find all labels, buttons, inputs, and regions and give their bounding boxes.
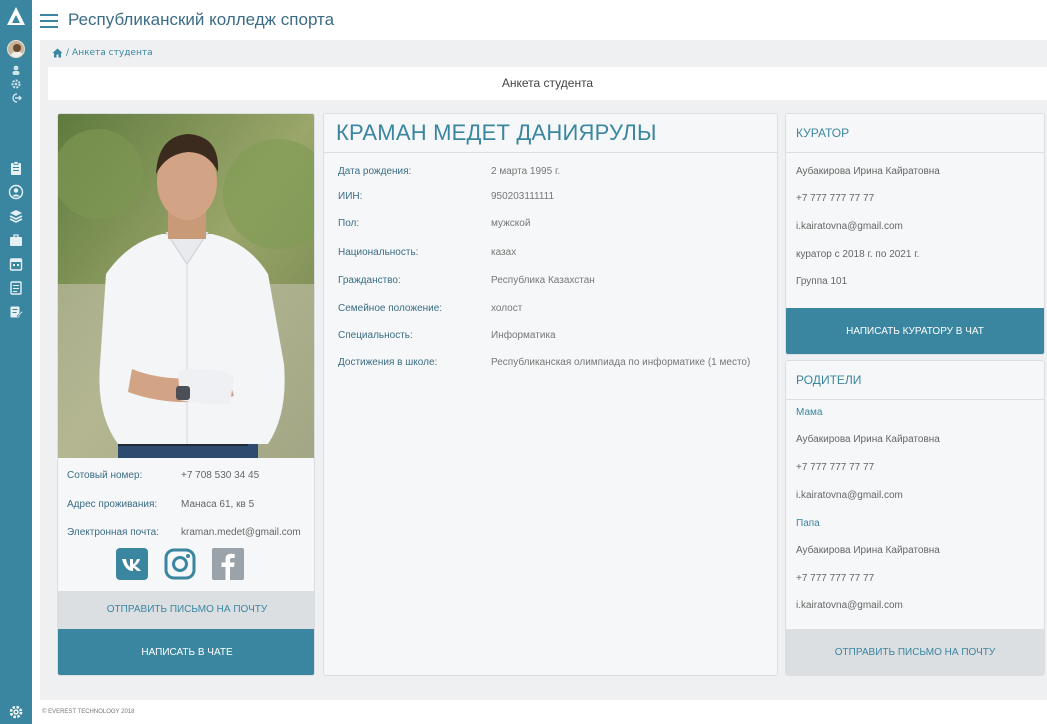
profile-mini-icon[interactable] xyxy=(10,64,22,76)
gear-icon[interactable] xyxy=(8,704,24,720)
mother-email[interactable]: i.kairatovna@gmail.com xyxy=(796,490,903,501)
student-name: КРАМАН МЕДЕТ ДАНИЯРУЛЫ xyxy=(336,120,657,145)
info-row-marital-status: Семейное положение: холост xyxy=(338,303,522,314)
student-profile-card: Сотовый номер: +7 708 530 34 45 Адрес пр… xyxy=(57,113,315,676)
breadcrumb-separator: / xyxy=(66,48,70,58)
chat-button[interactable]: НАПИСАТЬ В ЧАТЕ xyxy=(58,629,314,675)
calendar-icon[interactable] xyxy=(8,256,24,272)
left-sidebar xyxy=(0,0,32,724)
edit-document-icon[interactable] xyxy=(8,304,24,320)
contact-phone: Сотовый номер: +7 708 530 34 45 xyxy=(67,470,259,481)
parents-card: РОДИТЕЛИ Мама Аубакирова Ирина Кайратовн… xyxy=(785,360,1045,676)
logout-mini-icon[interactable] xyxy=(10,92,22,104)
info-value: холост xyxy=(491,303,523,314)
info-label: Семейное положение: xyxy=(338,303,443,314)
info-row-citizenship: Гражданство: Республика Казахстан xyxy=(338,275,595,286)
curator-group: Группа 101 xyxy=(796,276,848,287)
curator-title: КУРАТОР xyxy=(796,126,850,140)
father-role: Папа xyxy=(796,518,820,529)
mother-phone[interactable]: +7 777 777 77 77 xyxy=(796,462,874,473)
info-value: мужской xyxy=(491,218,531,229)
divider xyxy=(786,399,1044,400)
curator-name: Аубакирова Ирина Кайратовна xyxy=(796,166,940,177)
contact-email-value[interactable]: kraman.medet@gmail.com xyxy=(181,527,301,538)
social-links xyxy=(116,548,244,580)
father-name: Аубакирова Ирина Кайратовна xyxy=(796,545,940,556)
books-icon[interactable] xyxy=(8,208,24,224)
info-row-achievements: Достижения в школе: Республиканская олимп… xyxy=(338,357,750,368)
contact-phone-label: Сотовый номер: xyxy=(67,470,143,481)
contact-email-label: Электронная почта: xyxy=(67,527,160,538)
parents-title: РОДИТЕЛИ xyxy=(796,373,862,387)
divider xyxy=(324,152,777,153)
home-icon[interactable] xyxy=(52,48,63,58)
info-label: Пол: xyxy=(338,218,360,229)
info-label: ИИН: xyxy=(338,191,363,202)
info-value: 950203111111 xyxy=(491,191,555,202)
student-info-card: КРАМАН МЕДЕТ ДАНИЯРУЛЫ Дата рождения: 2 м… xyxy=(323,113,778,676)
facebook-icon[interactable] xyxy=(212,548,244,580)
footer: © EVEREST TECHNOLOGY 2018 xyxy=(32,700,1047,724)
send-email-parents-button[interactable]: ОТПРАВИТЬ ПИСЬМО НА ПОЧТУ xyxy=(786,629,1044,675)
app-logo-icon[interactable] xyxy=(6,6,26,26)
info-label: Достижения в школе: xyxy=(338,357,438,368)
chat-curator-button[interactable]: НАПИСАТЬ КУРАТОРУ В ЧАТ xyxy=(786,308,1044,354)
contact-address: Адрес проживания: Манаса 61, кв 5 xyxy=(67,499,254,510)
info-row-gender: Пол: мужской xyxy=(338,218,530,229)
instagram-icon[interactable] xyxy=(164,548,196,580)
curator-period: куратор с 2018 г. по 2021 г. xyxy=(796,249,920,260)
info-value: 2 марта 1995 г. xyxy=(491,166,561,177)
document-list-icon[interactable] xyxy=(8,280,24,296)
divider xyxy=(786,152,1044,153)
info-label: Национальность: xyxy=(338,247,419,258)
user-circle-icon[interactable] xyxy=(8,184,24,200)
info-row-specialty: Специальность: Информатика xyxy=(338,330,556,341)
contact-email: Электронная почта: kraman.medet@gmail.co… xyxy=(67,527,301,538)
app-root: Республиканский колледж спорта / Анкета … xyxy=(0,0,1047,724)
menu-toggle-button[interactable] xyxy=(40,14,58,28)
mother-name: Аубакирова Ирина Кайратовна xyxy=(796,434,940,445)
info-label: Специальность: xyxy=(338,330,413,341)
info-label: Гражданство: xyxy=(338,275,401,286)
send-email-button[interactable]: ОТПРАВИТЬ ПИСЬМО НА ПОЧТУ xyxy=(58,591,314,629)
father-phone[interactable]: +7 777 777 77 77 xyxy=(796,573,874,584)
clipboard-icon[interactable] xyxy=(8,160,24,176)
vk-icon[interactable] xyxy=(116,548,148,580)
breadcrumb: / Анкета студента xyxy=(52,48,153,58)
curator-card: КУРАТОР Аубакирова Ирина Кайратовна +7 7… xyxy=(785,113,1045,355)
contact-address-value: Манаса 61, кв 5 xyxy=(181,499,255,510)
curator-phone[interactable]: +7 777 777 77 77 xyxy=(796,193,874,204)
page-heading: Анкета студента xyxy=(48,67,1047,100)
top-header: Республиканский колледж спорта xyxy=(32,0,1047,40)
mother-role: Мама xyxy=(796,407,823,418)
app-title: Республиканский колледж спорта xyxy=(68,10,335,29)
breadcrumb-current: Анкета студента xyxy=(72,48,153,58)
info-row-nationality: Национальность: казах xyxy=(338,247,516,258)
father-email[interactable]: i.kairatovna@gmail.com xyxy=(796,600,903,611)
curator-email[interactable]: i.kairatovna@gmail.com xyxy=(796,221,903,232)
info-value: Республика Казахстан xyxy=(491,275,595,286)
student-photo xyxy=(58,114,314,458)
info-row-iin: ИИН: 950203111111 xyxy=(338,191,554,202)
settings-mini-icon[interactable] xyxy=(10,78,22,90)
info-value: Информатика xyxy=(491,330,556,341)
contact-address-label: Адрес проживания: xyxy=(67,499,158,510)
info-value: казах xyxy=(491,247,517,258)
user-avatar[interactable] xyxy=(7,40,25,58)
briefcase-icon[interactable] xyxy=(8,232,24,248)
info-value: Республиканская олимпиада по информатике… xyxy=(491,357,751,368)
info-row-birthdate: Дата рождения: 2 марта 1995 г. xyxy=(338,166,560,177)
info-label: Дата рождения: xyxy=(338,166,412,177)
footer-copyright: © EVEREST TECHNOLOGY 2018 xyxy=(42,709,135,715)
contact-phone-value[interactable]: +7 708 530 34 45 xyxy=(181,470,259,481)
